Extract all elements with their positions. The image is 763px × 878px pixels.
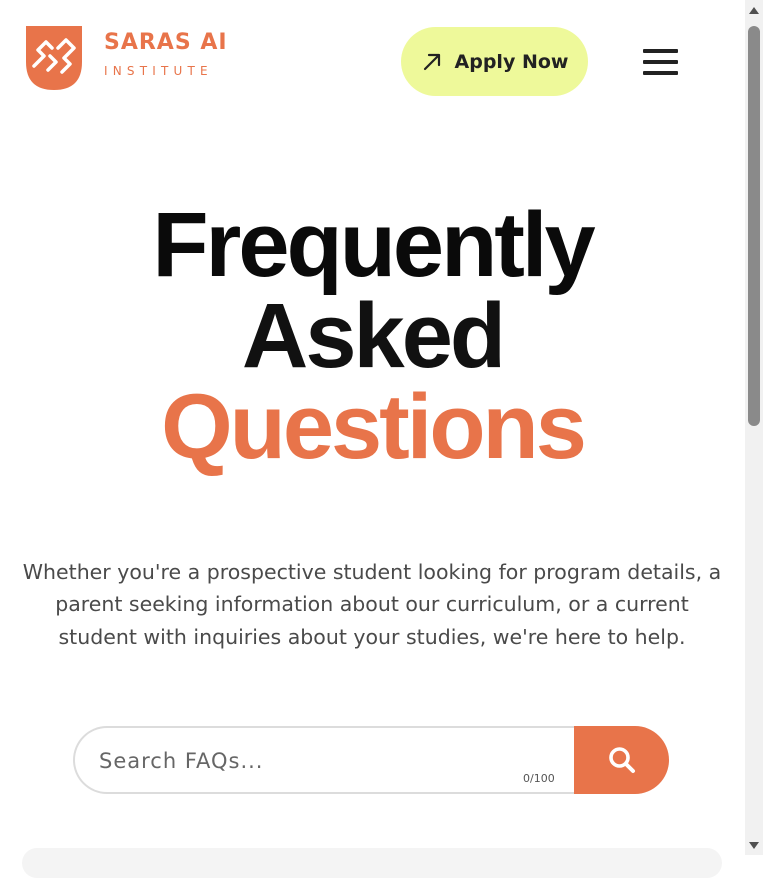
heading-line-questions: Questions xyxy=(161,376,587,478)
page-scrollbar[interactable] xyxy=(745,0,763,855)
brand-name: SARAS AI xyxy=(104,30,228,55)
scrollbar-thumb[interactable] xyxy=(748,26,760,426)
faq-search: 0/100 xyxy=(73,726,669,794)
apply-now-label: Apply Now xyxy=(454,50,569,73)
faq-description: Whether you're a prospective student loo… xyxy=(22,559,722,649)
faq-heading: Frequently Asked Questions xyxy=(0,194,745,478)
faq-list-top xyxy=(22,848,722,878)
scroll-down-arrow-icon[interactable] xyxy=(749,842,759,849)
site-header: SARAS AI INSTITUTE Apply Now xyxy=(0,0,745,120)
search-button[interactable] xyxy=(574,726,669,794)
saras-logo-icon[interactable] xyxy=(26,26,82,90)
brand-subtitle: INSTITUTE xyxy=(104,64,213,78)
search-char-count: 0/100 xyxy=(523,772,555,785)
heading-line-frequently: Frequently xyxy=(152,194,595,296)
search-field-container: 0/100 xyxy=(73,726,574,794)
brand-wordmark[interactable]: SARAS AI INSTITUTE xyxy=(104,30,228,78)
apply-now-button[interactable]: Apply Now xyxy=(401,27,588,96)
scroll-up-arrow-icon[interactable] xyxy=(749,7,759,14)
arrow-up-right-icon xyxy=(423,53,440,70)
hamburger-menu-icon[interactable] xyxy=(643,49,678,75)
search-input[interactable] xyxy=(97,742,501,780)
heading-line-asked: Asked xyxy=(241,285,506,387)
search-icon xyxy=(608,747,635,773)
